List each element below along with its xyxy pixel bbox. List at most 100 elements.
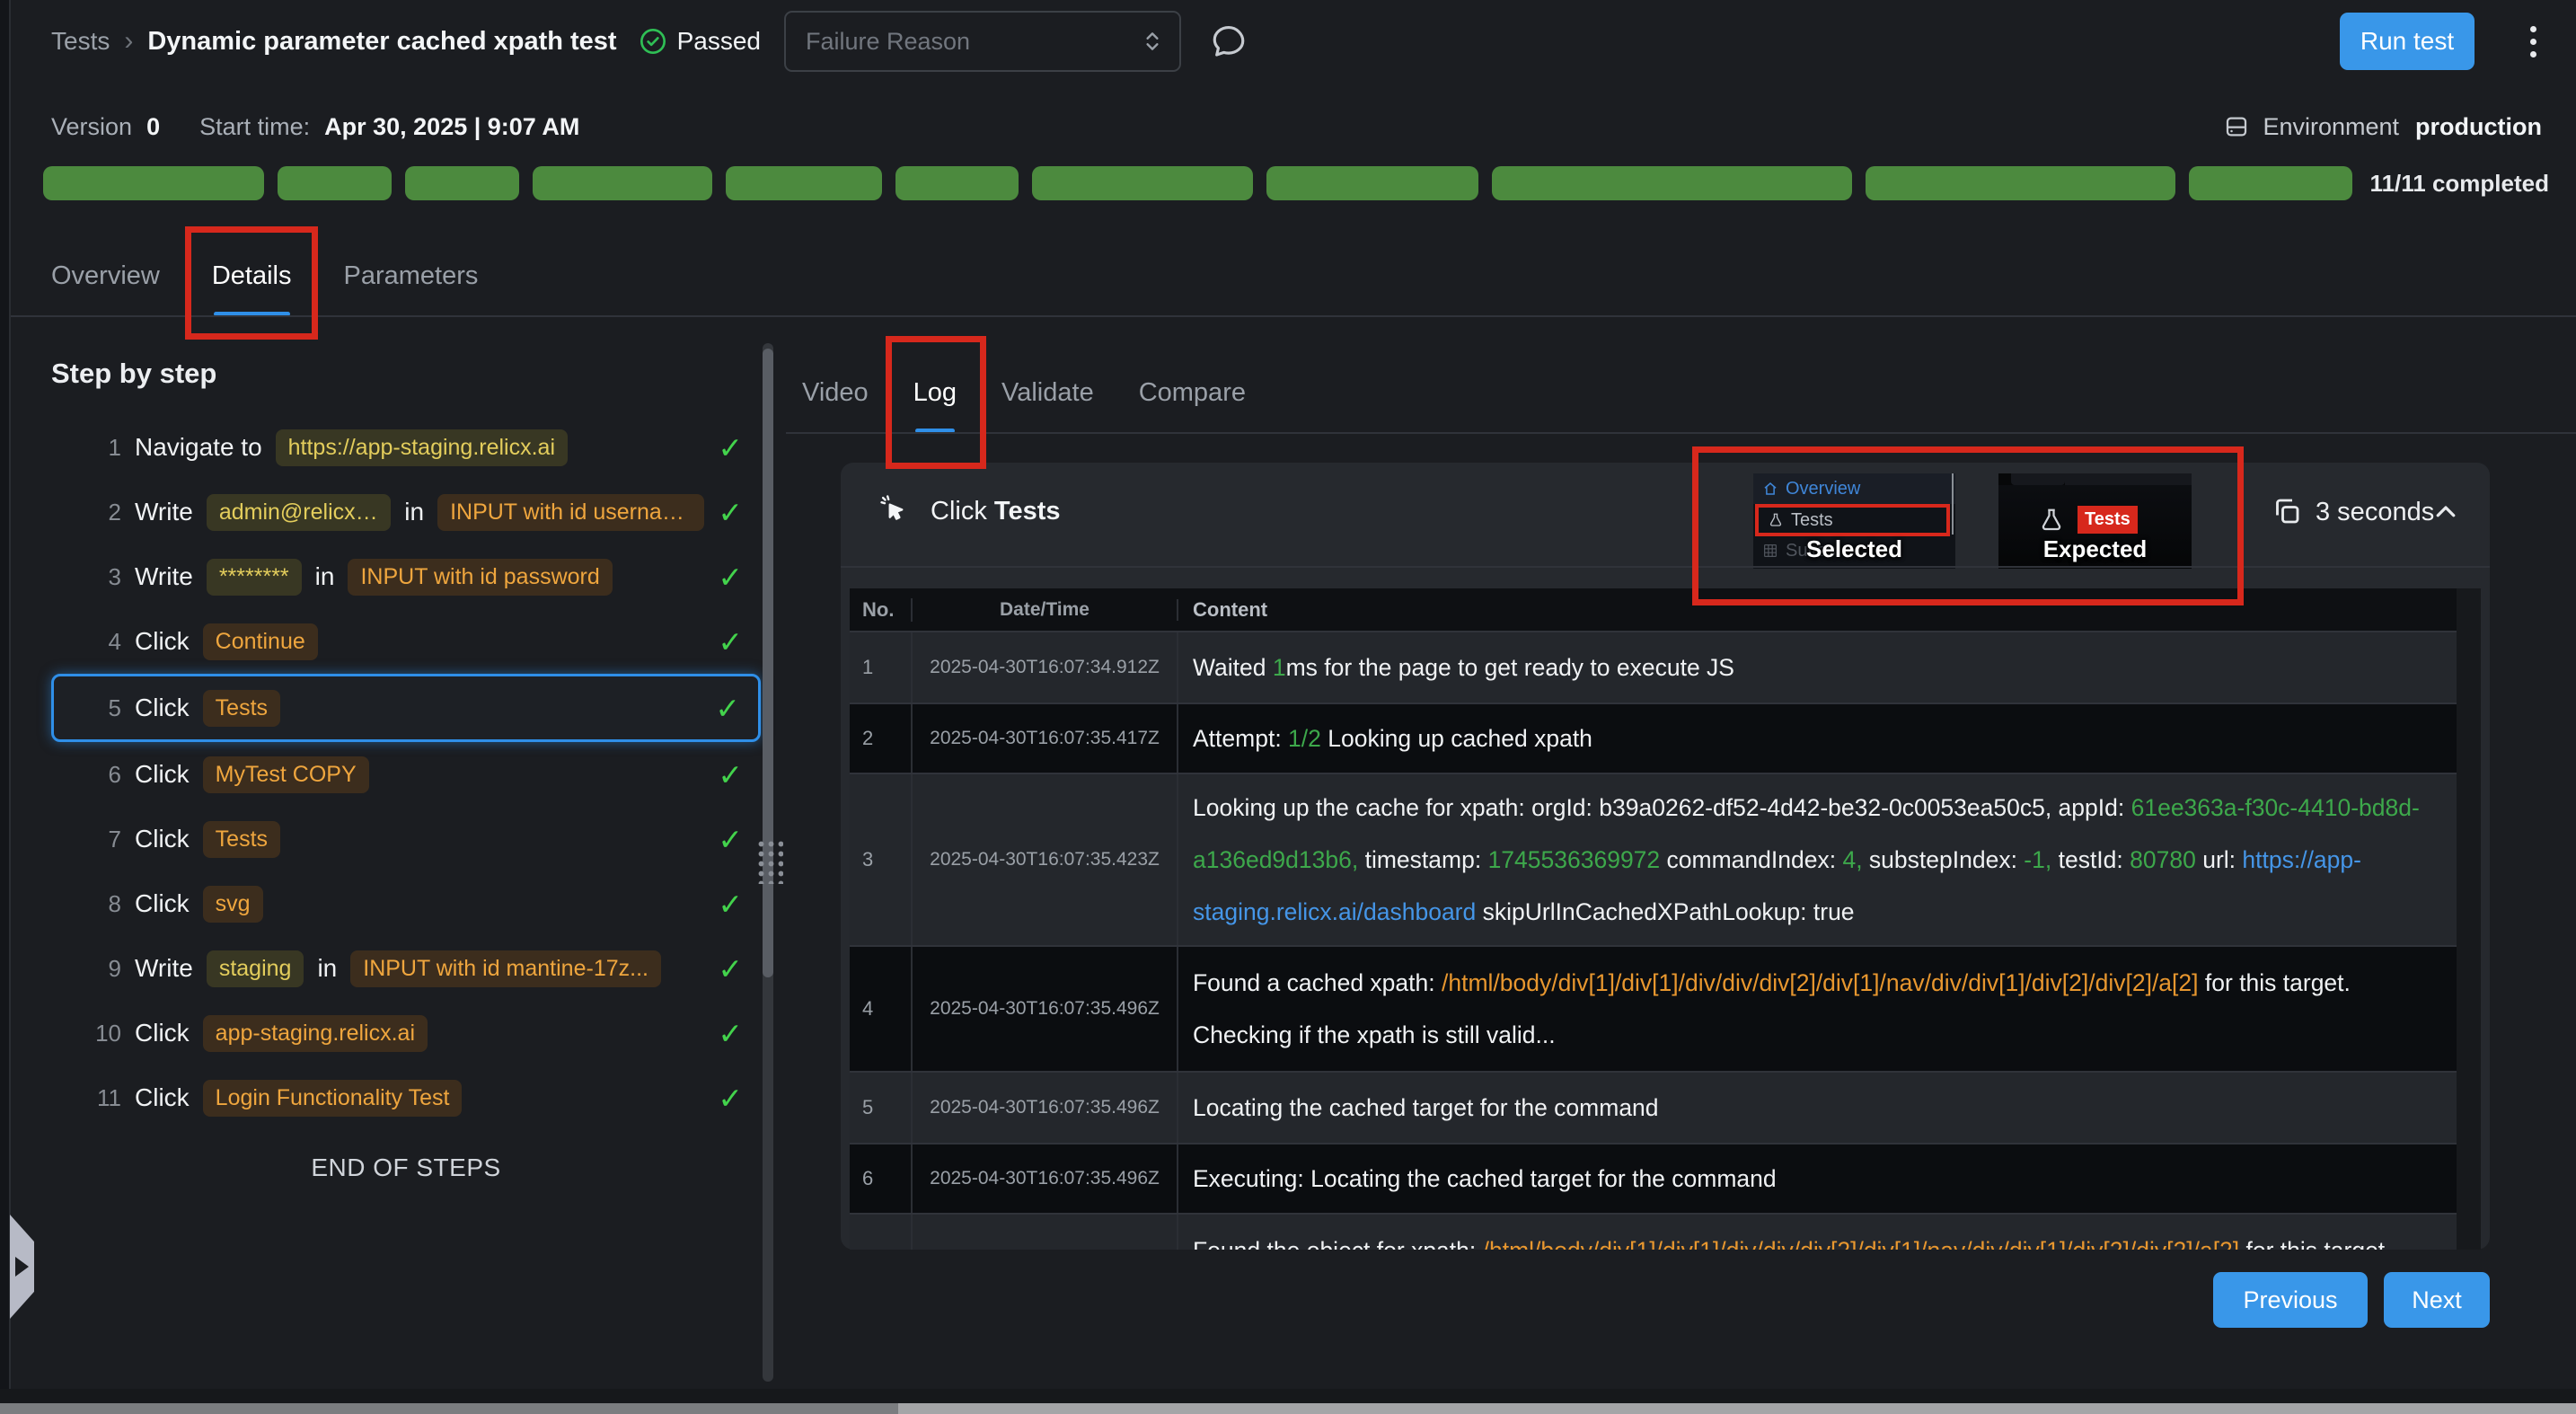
tab-video[interactable]: Video — [802, 352, 869, 433]
progress-segment-10 — [1866, 166, 2175, 200]
log-row-timestamp: 2025-04-30T16:07:35.496Z — [913, 947, 1178, 1071]
log-row-content: Found a cached xpath: /html/body/div[1]/… — [1193, 957, 2439, 1061]
steps-list: 1Navigate tohttps://app-staging.relicx.a… — [51, 415, 761, 1130]
copy-icon[interactable] — [2271, 495, 2303, 527]
start-time-label: Start time: — [199, 113, 310, 141]
log-content-segment: timestamp: — [1358, 846, 1487, 873]
log-card: Click Tests Overview Tests Suites Select… — [841, 463, 2490, 1250]
horizontal-scrollbar-thumb[interactable] — [0, 1403, 898, 1414]
step-action-text: in — [317, 954, 337, 983]
step-target-chip: app-staging.relicx.ai — [203, 1015, 428, 1052]
step-row-8[interactable]: 8Clicksvg✓ — [51, 871, 761, 936]
tab-log[interactable]: Log — [913, 352, 957, 433]
progress-row: 11/11 completed — [43, 166, 2549, 200]
bottom-strip — [0, 1389, 2576, 1403]
log-row-6: 62025-04-30T16:07:35.496ZExecuting: Loca… — [850, 1144, 2457, 1215]
log-content-segment: /html/body/div[1]/div[1]/div/div/div[2]/… — [1442, 969, 2199, 996]
step-target-chip: INPUT with id mantine-17z... — [350, 950, 661, 987]
log-row-number: 4 — [850, 947, 913, 1071]
step-value-chip: staging — [207, 950, 304, 987]
step-target-chip: Login Functionality Test — [203, 1080, 463, 1117]
failure-reason-select[interactable]: Failure Reason — [784, 11, 1181, 72]
mini-tab-shape — [2011, 473, 2065, 485]
result-tabs-divider — [786, 432, 2576, 434]
previous-button[interactable]: Previous — [2213, 1272, 2368, 1328]
log-row-timestamp: 2025-04-30T16:07:35.417Z — [913, 704, 1178, 773]
log-row-content-cell: Executing: Locating the cached target fo… — [1178, 1144, 2457, 1213]
step-action-text: in — [315, 562, 335, 591]
step-row-4[interactable]: 4ClickContinue✓ — [51, 609, 761, 674]
check-icon: ✓ — [718, 1081, 743, 1116]
log-row-number: 2 — [850, 704, 913, 773]
kebab-menu-icon[interactable] — [2527, 22, 2540, 61]
start-time-value: Apr 30, 2025 | 9:07 AM — [324, 113, 579, 141]
step-value-chip: admin@relicx.ai — [207, 494, 391, 531]
log-row-content-cell: Found the object for xpath: /html/body/d… — [1178, 1215, 2457, 1250]
step-value-chip: ******** — [207, 559, 302, 596]
run-test-button[interactable]: Run test — [2340, 13, 2475, 70]
progress-bar — [43, 166, 2352, 200]
step-row-3[interactable]: 3Write********inINPUT with id password✓ — [51, 544, 761, 609]
expected-screenshot-thumb[interactable]: Tests Expected — [1998, 473, 2192, 569]
step-row-7[interactable]: 7ClickTests✓ — [51, 807, 761, 871]
step-row-5[interactable]: 5ClickTests✓ — [51, 674, 761, 742]
tab-compare[interactable]: Compare — [1139, 352, 1246, 433]
chevron-up-icon[interactable] — [2432, 499, 2459, 526]
step-row-10[interactable]: 10Clickapp-staging.relicx.ai✓ — [51, 1001, 761, 1065]
step-row-9[interactable]: 9WritestaginginINPUT with id mantine-17z… — [51, 936, 761, 1001]
step-row-2[interactable]: 2Writeadmin@relicx.aiinINPUT with id use… — [51, 480, 761, 544]
log-row-content-cell: Locating the cached target for the comma… — [1178, 1073, 2457, 1143]
log-content-segment: skipUrlInCachedXPathLookup: true — [1476, 898, 1854, 925]
log-content-segment: testId: — [2051, 846, 2130, 873]
comment-icon[interactable] — [1210, 22, 1248, 60]
log-row-5: 52025-04-30T16:07:35.496ZLocating the ca… — [850, 1073, 2457, 1144]
step-row-11[interactable]: 11ClickLogin Functionality Test✓ — [51, 1065, 761, 1130]
failure-reason-placeholder: Failure Reason — [806, 28, 1142, 56]
tab-details[interactable]: Details — [212, 235, 292, 316]
step-action-text: Click — [135, 760, 190, 789]
log-table-scroll-gutter[interactable] — [2457, 588, 2481, 1250]
step-action-text: in — [404, 498, 424, 526]
next-button[interactable]: Next — [2384, 1272, 2490, 1328]
log-row-2: 22025-04-30T16:07:35.417Z Attempt: 1/2 Lo… — [850, 704, 2457, 774]
step-action-text: Write — [135, 562, 193, 591]
log-row-content-cell: Attempt: 1/2 Looking up cached xpath — [1178, 704, 2457, 773]
tab-parameters[interactable]: Parameters — [344, 235, 479, 316]
log-content-segment: 1/2 — [1288, 725, 1321, 752]
environment-group: Environment production — [2223, 113, 2542, 141]
progress-segment-9 — [1492, 166, 1852, 200]
home-icon — [1762, 481, 1778, 497]
step-target-chip: MyTest COPY — [203, 756, 369, 793]
progress-segment-8 — [1266, 166, 1479, 200]
log-step-title: Click Tests — [931, 497, 1061, 526]
tab-overview[interactable]: Overview — [51, 235, 160, 316]
tab-validate[interactable]: Validate — [1001, 352, 1094, 433]
step-number: 11 — [89, 1084, 121, 1112]
step-number: 6 — [89, 761, 121, 789]
panel-resize-grip[interactable] — [754, 837, 783, 884]
expand-panel-handle[interactable] — [10, 1215, 34, 1319]
log-row-content-cell: Found a cached xpath: /html/body/div[1]/… — [1178, 947, 2457, 1071]
log-content-segment: Executing: Locating the cached target fo… — [1193, 1165, 1777, 1192]
log-row-content: Looking up the cache for xpath: orgId: b… — [1193, 782, 2439, 938]
environment-value: production — [2415, 113, 2542, 141]
step-number: 8 — [89, 890, 121, 918]
log-content-segment: Found a cached xpath: — [1193, 969, 1442, 996]
progress-segment-2 — [278, 166, 392, 200]
log-row-content: Attempt: 1/2 Looking up cached xpath — [1193, 712, 1592, 764]
log-step-target: Tests — [994, 497, 1061, 526]
step-row-6[interactable]: 6ClickMyTest COPY✓ — [51, 742, 761, 807]
step-row-1[interactable]: 1Navigate tohttps://app-staging.relicx.a… — [51, 415, 761, 480]
check-icon: ✓ — [718, 560, 743, 595]
log-table: No. Date/Time Content 12025-04-30T16:07:… — [850, 588, 2457, 1250]
log-row-timestamp: 2025-04-30T16:07:35.496Z — [913, 1144, 1178, 1213]
check-icon: ✓ — [718, 951, 743, 986]
log-row-number: 1 — [850, 632, 913, 703]
col-datetime: Date/Time — [913, 599, 1178, 621]
left-rail — [0, 0, 11, 1414]
end-of-steps: END OF STEPS — [51, 1153, 761, 1182]
check-icon: ✓ — [718, 822, 743, 857]
breadcrumb-tests[interactable]: Tests — [51, 27, 110, 56]
horizontal-scrollbar[interactable] — [0, 1403, 2576, 1414]
selected-screenshot-thumb[interactable]: Overview Tests Suites Selected — [1753, 473, 1955, 569]
